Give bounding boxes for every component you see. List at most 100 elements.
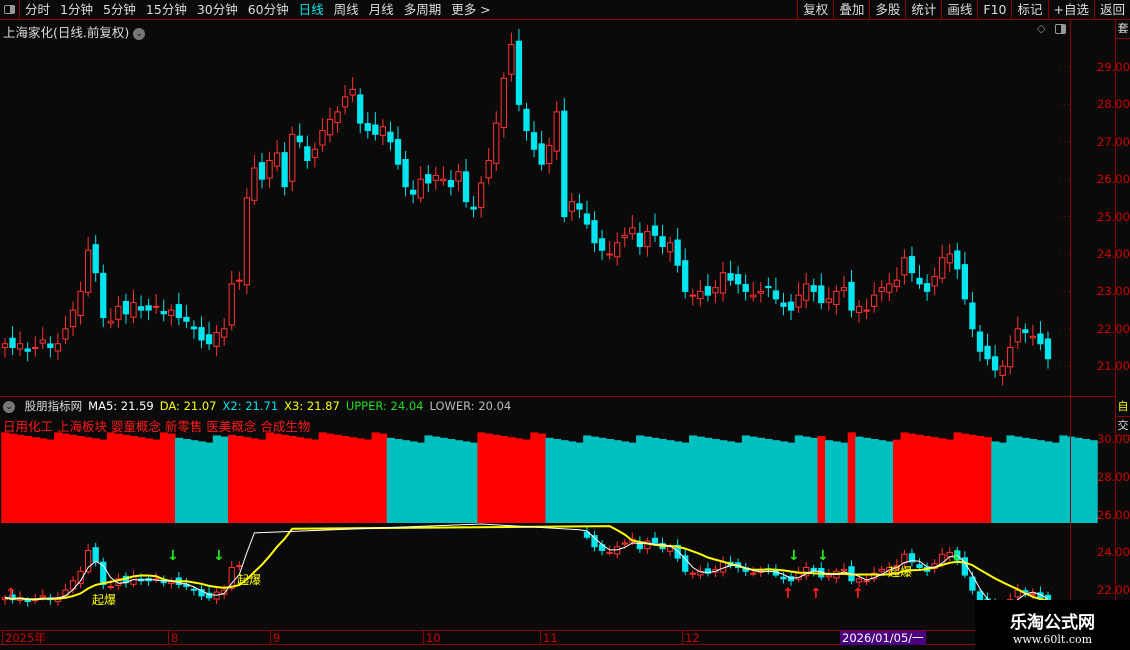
indicator-band-bar (711, 439, 720, 523)
indicator-candle (236, 565, 243, 568)
indicator-band-bar (212, 435, 222, 523)
price-chart[interactable]: ↑↓↓↑ ↑ ↑↓ ↓ ↓起爆起爆起爆 (0, 0, 1130, 650)
indicator-band-bar (757, 437, 766, 523)
candlestick (901, 257, 908, 276)
indicator-band-bar (159, 432, 169, 523)
candlestick (508, 44, 515, 75)
date-axis: 2026/01/05/一 2025年 8 9 10 11 12 (0, 630, 1115, 645)
indicator-band-bar (961, 433, 970, 523)
indicator-band-bar (862, 437, 871, 523)
candlestick (1044, 338, 1052, 360)
candlestick (39, 339, 46, 344)
candlestick (394, 138, 402, 165)
candlestick (289, 133, 296, 182)
candlestick (515, 40, 523, 105)
indicator-candle (190, 588, 198, 591)
indicator-band-bar (432, 436, 441, 523)
indicator-candle (916, 564, 923, 569)
indicator-name[interactable]: 股朋指标网 (25, 399, 83, 413)
candlestick (629, 227, 636, 235)
candlestick (727, 273, 734, 281)
candlestick (840, 287, 848, 291)
indicator-band-bar (870, 439, 879, 523)
side-panel-tab[interactable]: 交 (1116, 417, 1130, 436)
candlestick (682, 260, 689, 292)
candlestick (1029, 335, 1037, 339)
indicator-band-bar (802, 436, 811, 523)
indicator-band-bar (681, 442, 690, 523)
indicator-band-bar (651, 437, 660, 523)
candlestick (621, 234, 628, 239)
indicator-band-bar (598, 437, 607, 523)
indicator-band-bar (847, 432, 856, 523)
candlestick (659, 236, 666, 248)
candlestick (976, 331, 984, 352)
indicator-candle (591, 535, 598, 548)
arrow-down-icon: ↓ (788, 548, 800, 564)
candlestick (228, 283, 235, 326)
candlestick (387, 131, 394, 143)
candlestick (1014, 328, 1021, 343)
candlestick (916, 277, 923, 285)
indicator-band-bar (243, 437, 252, 523)
breakout-label: 起爆 (237, 573, 261, 587)
indicator-band-bar (787, 442, 796, 523)
candlestick (153, 305, 160, 308)
candlestick (1, 343, 9, 349)
candlestick (583, 213, 591, 225)
indicator-band-bar (54, 432, 63, 523)
side-panel-tab[interactable]: 自 (1116, 398, 1130, 417)
indicator-band-bar (719, 440, 728, 523)
axis-divider (1070, 20, 1071, 630)
indicator-band-bar (953, 432, 962, 523)
indicator-candle (39, 595, 46, 598)
candlestick (1022, 329, 1029, 334)
candlestick (742, 283, 749, 292)
candlestick (462, 171, 470, 203)
current-date: 2026/01/05/一 (840, 631, 926, 645)
candlestick (984, 345, 991, 360)
indicator-band-bar (628, 442, 637, 523)
candlestick (273, 152, 281, 167)
candlestick (719, 272, 727, 294)
candlestick (561, 110, 568, 218)
side-panel-tab[interactable]: 套 (1116, 20, 1130, 39)
ma-yellow-line (4, 525, 1049, 602)
indicator-band-bar (1036, 440, 1045, 523)
indicator-band-bar (613, 440, 622, 523)
candlestick (908, 256, 916, 274)
indicator-band-bar (817, 436, 826, 523)
indicator-band-bar (976, 436, 985, 523)
indicator-band-bar (568, 441, 577, 523)
candlestick (32, 347, 39, 349)
indicator-band-bar (318, 432, 327, 523)
panel-divider (0, 396, 1115, 397)
date-tick-label: 2025年 (2, 631, 46, 645)
candlestick (69, 309, 77, 328)
indicator-band-bar (484, 433, 494, 523)
indicator-band-bar (39, 438, 48, 523)
indicator-band-bar (575, 442, 584, 523)
indicator-candle (1029, 593, 1037, 596)
candlestick (372, 124, 379, 135)
candlestick (115, 305, 122, 320)
watermark-name: 乐淘公式网 (1010, 613, 1095, 633)
indicator-band-bar (522, 439, 531, 523)
indicator-band-bar (832, 441, 841, 523)
candlestick (553, 111, 560, 152)
chevron-down-icon[interactable]: ⌄ (3, 400, 15, 413)
candlestick (190, 326, 198, 330)
candlestick (319, 130, 326, 146)
indicator-band-bar (137, 437, 146, 523)
arrow-up-icon: ↑ (782, 586, 794, 602)
indicator-band-bar (23, 436, 33, 523)
indicator-band-bar (409, 441, 418, 523)
date-tick-label: 12 (682, 631, 700, 645)
candlestick (349, 88, 356, 96)
candlestick (432, 174, 439, 181)
arrow-down-icon: ↓ (817, 548, 829, 564)
candlestick (969, 302, 976, 330)
indicator-band-bar (908, 433, 917, 523)
indicator-band-bar (590, 436, 599, 523)
indicator-value: UPPER: 24.04 (345, 399, 424, 413)
